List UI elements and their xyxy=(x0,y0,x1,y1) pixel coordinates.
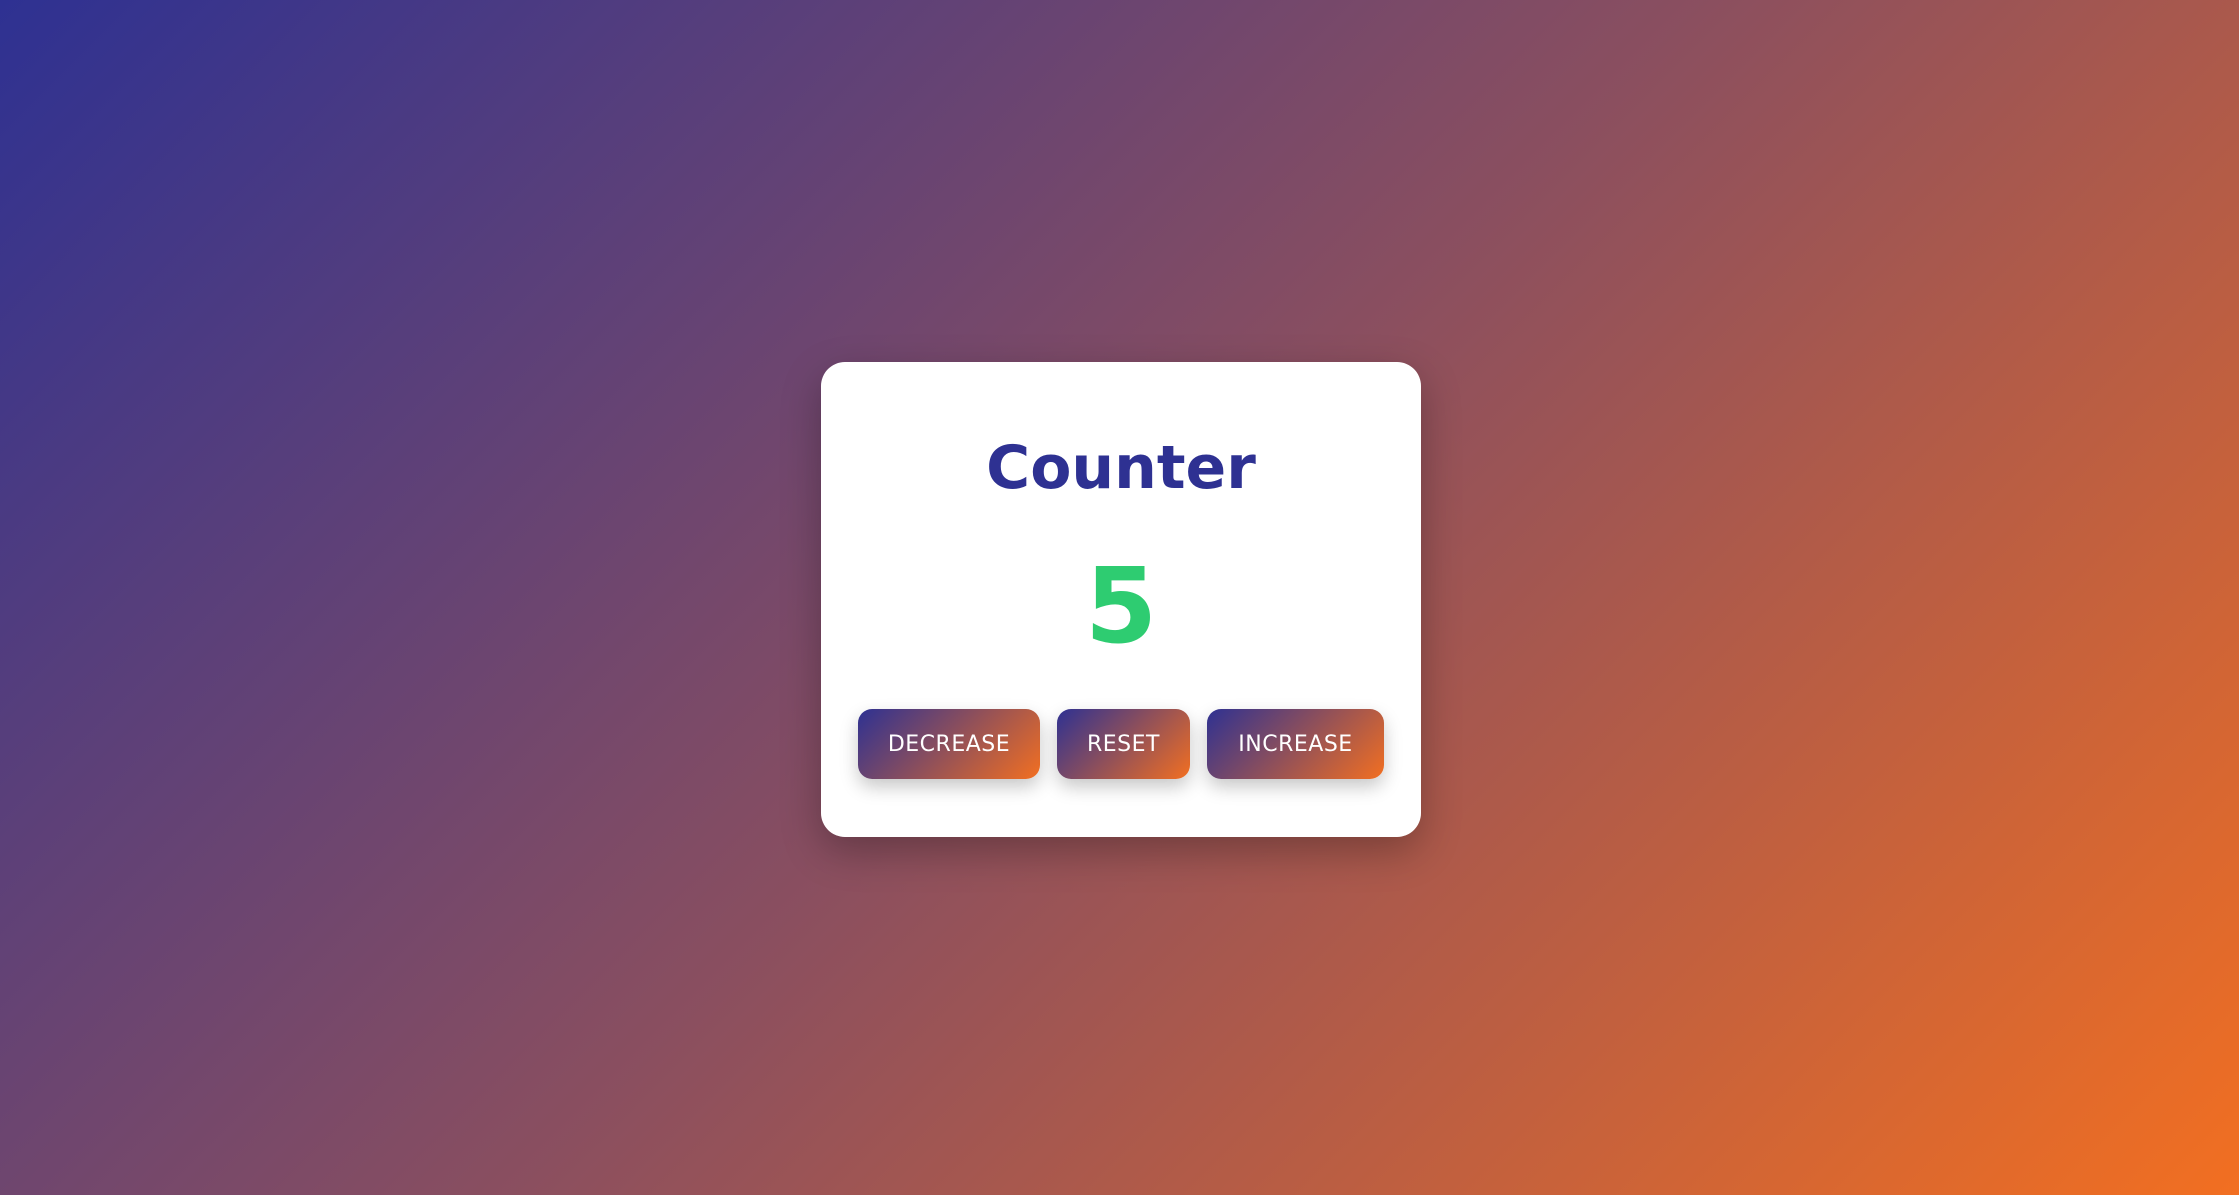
counter-button-row: DECREASE RESET INCREASE xyxy=(858,709,1384,779)
reset-button[interactable]: RESET xyxy=(1057,709,1190,779)
counter-value: 5 xyxy=(1084,545,1158,667)
counter-card: Counter 5 DECREASE RESET INCREASE xyxy=(821,362,1421,837)
increase-button[interactable]: INCREASE xyxy=(1207,709,1384,779)
counter-title: Counter xyxy=(986,433,1256,503)
decrease-button[interactable]: DECREASE xyxy=(858,709,1040,779)
